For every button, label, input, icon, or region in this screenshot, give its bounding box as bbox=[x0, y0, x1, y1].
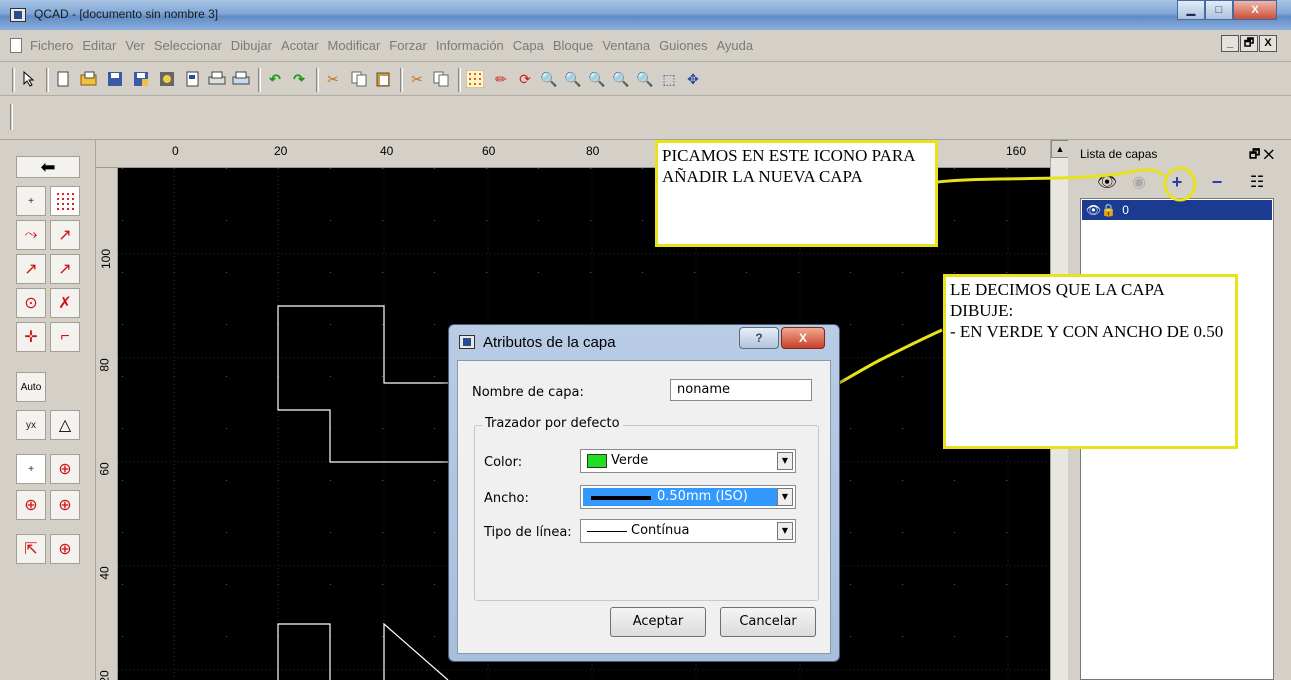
add-layer-callout: PICAMOS EN ESTE ICONO PARA AÑADIR LA NUE… bbox=[655, 140, 938, 247]
chevron-down-icon[interactable]: ▼ bbox=[777, 452, 793, 470]
dialog-close-button[interactable]: X bbox=[781, 327, 825, 349]
accept-button[interactable]: Aceptar bbox=[610, 607, 706, 637]
cancel-button[interactable]: Cancelar bbox=[720, 607, 816, 637]
help-button[interactable]: ? bbox=[739, 327, 779, 349]
linetype-value: Contínua bbox=[631, 523, 690, 538]
width-select[interactable]: 0.50mm (ISO) ▼ bbox=[580, 485, 796, 509]
color-label: Color: bbox=[484, 455, 523, 470]
width-value: 0.50mm (ISO) bbox=[657, 489, 748, 504]
dialog-app-icon bbox=[459, 335, 475, 349]
color-value: Verde bbox=[611, 453, 649, 468]
layer-name-input[interactable]: noname bbox=[670, 379, 812, 401]
color-swatch bbox=[587, 454, 607, 468]
width-label: Ancho: bbox=[484, 491, 529, 506]
chevron-down-icon[interactable]: ▼ bbox=[777, 488, 793, 506]
dialog-title: Atributos de la capa bbox=[483, 334, 616, 351]
layer-name-label: Nombre de capa: bbox=[472, 385, 584, 400]
default-pen-label: Trazador por defecto bbox=[482, 416, 623, 431]
linetype-label: Tipo de línea: bbox=[484, 525, 572, 540]
attributes-callout: LE DECIMOS QUE LA CAPA DIBUJE: - EN VERD… bbox=[943, 274, 1238, 449]
dialog-body: Nombre de capa: noname Trazador por defe… bbox=[457, 360, 831, 654]
line-type-preview bbox=[587, 531, 627, 532]
layer-attributes-dialog: Atributos de la capa ? X Nombre de capa:… bbox=[448, 324, 840, 662]
dialog-title-bar[interactable]: Atributos de la capa ? X bbox=[449, 325, 839, 359]
linetype-select[interactable]: Contínua ▼ bbox=[580, 519, 796, 543]
line-width-preview bbox=[591, 496, 651, 500]
chevron-down-icon[interactable]: ▼ bbox=[777, 522, 793, 540]
color-select[interactable]: Verde ▼ bbox=[580, 449, 796, 473]
